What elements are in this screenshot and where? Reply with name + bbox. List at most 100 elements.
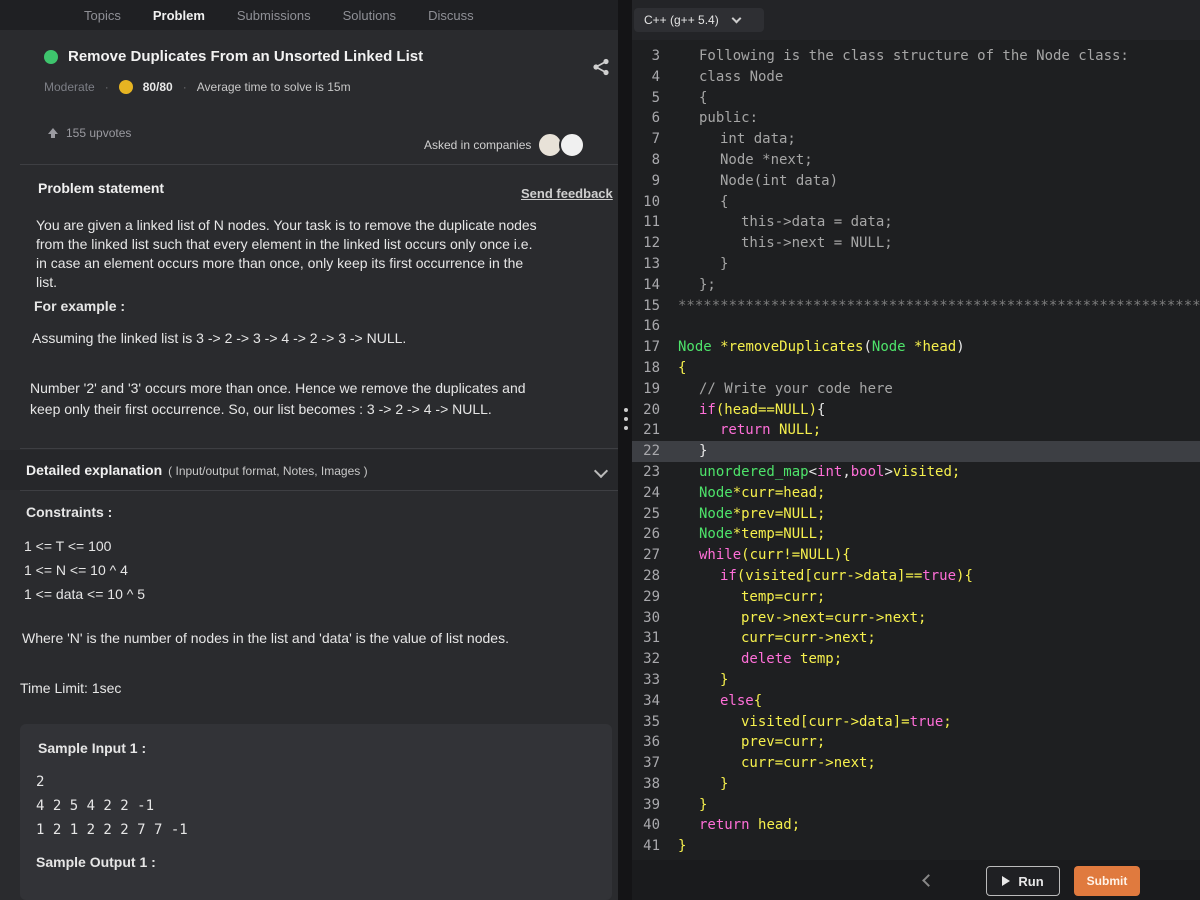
code-line[interactable]: 36 prev=curr; — [632, 732, 1200, 753]
score-value: 80/80 — [142, 80, 173, 94]
upvote-button[interactable]: 155 upvotes — [48, 126, 131, 140]
code-line[interactable]: 24 Node*curr=head; — [632, 483, 1200, 504]
code-text: { — [678, 358, 686, 379]
code-text: unordered_map<int,bool>visited; — [699, 462, 960, 483]
code-text: } — [720, 774, 728, 795]
language-select[interactable]: C++ (g++ 5.4) — [634, 8, 764, 32]
code-line[interactable]: 9 Node(int data) — [632, 171, 1200, 192]
send-feedback-link[interactable]: Send feedback — [521, 186, 613, 201]
code-line[interactable]: 12 this->next = NULL; — [632, 233, 1200, 254]
code-line[interactable]: 30 prev->next=curr->next; — [632, 608, 1200, 629]
code-line[interactable]: 28 if(visited[curr->data]==true){ — [632, 566, 1200, 587]
chevron-down-icon — [731, 13, 742, 23]
code-line[interactable]: 27 while(curr!=NULL){ — [632, 545, 1200, 566]
code-text: public: — [699, 108, 758, 129]
panel-resize-handle[interactable] — [624, 408, 628, 435]
code-line[interactable]: 23 unordered_map<int,bool>visited; — [632, 462, 1200, 483]
code-line[interactable]: 5{ — [632, 88, 1200, 109]
code-line[interactable]: 22} — [632, 441, 1200, 462]
code-line[interactable]: 39} — [632, 795, 1200, 816]
code-line[interactable]: 32 delete temp; — [632, 649, 1200, 670]
code-token: *temp=NULL; — [732, 526, 826, 543]
line-number: 22 — [643, 443, 660, 460]
detailed-explanation-heading[interactable]: Detailed explanation ( Input/output forma… — [26, 462, 368, 478]
line-number: 17 — [643, 339, 660, 356]
companies-row[interactable]: Asked in companies — [424, 132, 586, 158]
code-area[interactable]: 3 Following is the class structure of the… — [632, 46, 1200, 857]
code-line[interactable]: 18 { — [632, 358, 1200, 379]
code-token: curr=curr->next; — [741, 630, 876, 647]
code-text: Node*curr=head; — [699, 483, 825, 504]
code-line[interactable]: 6 public: — [632, 108, 1200, 129]
submit-button[interactable]: Submit — [1074, 866, 1140, 896]
code-line[interactable]: 11 this->data = data; — [632, 212, 1200, 233]
line-number: 37 — [643, 755, 660, 772]
code-text: Node(int data) — [720, 171, 838, 192]
explanation-line: Number '2' and '3' occurs more than once… — [30, 380, 526, 396]
line-number: 26 — [643, 526, 660, 543]
line-number: 35 — [643, 713, 660, 730]
code-line[interactable]: 4 class Node — [632, 67, 1200, 88]
code-line[interactable]: 29 temp=curr; — [632, 587, 1200, 608]
coin-icon — [118, 80, 133, 94]
tab-problem[interactable]: Problem — [153, 8, 205, 23]
code-text: prev->next=curr->next; — [741, 608, 926, 629]
code-text: return head; — [699, 815, 800, 836]
code-line[interactable]: 7 int data; — [632, 129, 1200, 150]
code-line[interactable]: 17 Node *removeDuplicates(Node *head) — [632, 337, 1200, 358]
line-number: 8 — [651, 151, 660, 168]
code-line[interactable]: 38} — [632, 774, 1200, 795]
code-line[interactable]: 21 return NULL; — [632, 420, 1200, 441]
code-token: *head — [914, 339, 957, 356]
code-line[interactable]: 13} — [632, 254, 1200, 275]
code-text: Node *next; — [720, 150, 813, 171]
code-token: } — [720, 775, 729, 792]
code-text: Node *removeDuplicates(Node *head) — [678, 337, 965, 358]
code-line[interactable]: 33} — [632, 670, 1200, 691]
tab-discuss[interactable]: Discuss — [428, 8, 474, 23]
code-line[interactable]: 35 visited[curr->data]=true; — [632, 712, 1200, 733]
share-icon[interactable] — [592, 58, 610, 76]
tab-solutions[interactable]: Solutions — [343, 8, 396, 23]
code-token: public: — [699, 110, 759, 127]
code-token: delete — [741, 651, 801, 668]
line-number: 3 — [651, 48, 660, 64]
problem-panel: Topics Problem Submissions Solutions Dis… — [0, 0, 618, 900]
code-token: prev->next=curr->next; — [741, 609, 927, 626]
code-line[interactable]: 16 — [632, 316, 1200, 337]
code-line[interactable]: 25 Node*prev=NULL; — [632, 504, 1200, 525]
code-token: } — [699, 796, 708, 813]
code-token: { — [699, 89, 708, 106]
code-text: } — [720, 670, 728, 691]
line-number: 15 — [643, 297, 660, 314]
run-button[interactable]: Run — [986, 866, 1060, 896]
code-line[interactable]: 14}; — [632, 275, 1200, 296]
code-line[interactable]: 3 Following is the class structure of the… — [632, 46, 1200, 67]
code-token: (curr!=NULL){ — [741, 547, 851, 564]
code-line[interactable]: 10 { — [632, 192, 1200, 213]
code-line[interactable]: 26 Node*temp=NULL; — [632, 524, 1200, 545]
tab-submissions[interactable]: Submissions — [237, 8, 311, 23]
meta-separator: · — [182, 80, 187, 94]
code-line[interactable]: 41} — [632, 836, 1200, 857]
code-line[interactable]: 34 else{ — [632, 691, 1200, 712]
tab-topics[interactable]: Topics — [84, 8, 121, 23]
code-line[interactable]: 37 curr=curr->next; — [632, 753, 1200, 774]
code-line[interactable]: 15 **************************************… — [632, 296, 1200, 317]
code-line[interactable]: 40 return head; — [632, 815, 1200, 836]
code-line[interactable]: 8 Node *next; — [632, 150, 1200, 171]
code-token: > — [884, 463, 893, 480]
line-number: 32 — [643, 651, 660, 668]
code-line[interactable]: 31 curr=curr->next; — [632, 628, 1200, 649]
code-token: Node — [699, 505, 733, 522]
code-line[interactable]: 19 // Write your code here — [632, 379, 1200, 400]
chevron-left-icon[interactable] — [922, 874, 935, 887]
detailed-label: Detailed explanation — [26, 462, 163, 478]
statement-line: You are given a linked list of N nodes. … — [36, 217, 537, 233]
code-token: ****************************************… — [678, 297, 1200, 314]
code-token: (visited[curr->data]== — [736, 567, 923, 584]
code-token: prev=curr; — [741, 734, 826, 751]
code-text: Node*prev=NULL; — [699, 504, 825, 525]
line-number: 39 — [643, 796, 660, 813]
code-line[interactable]: 20 if(head==NULL){ — [632, 400, 1200, 421]
